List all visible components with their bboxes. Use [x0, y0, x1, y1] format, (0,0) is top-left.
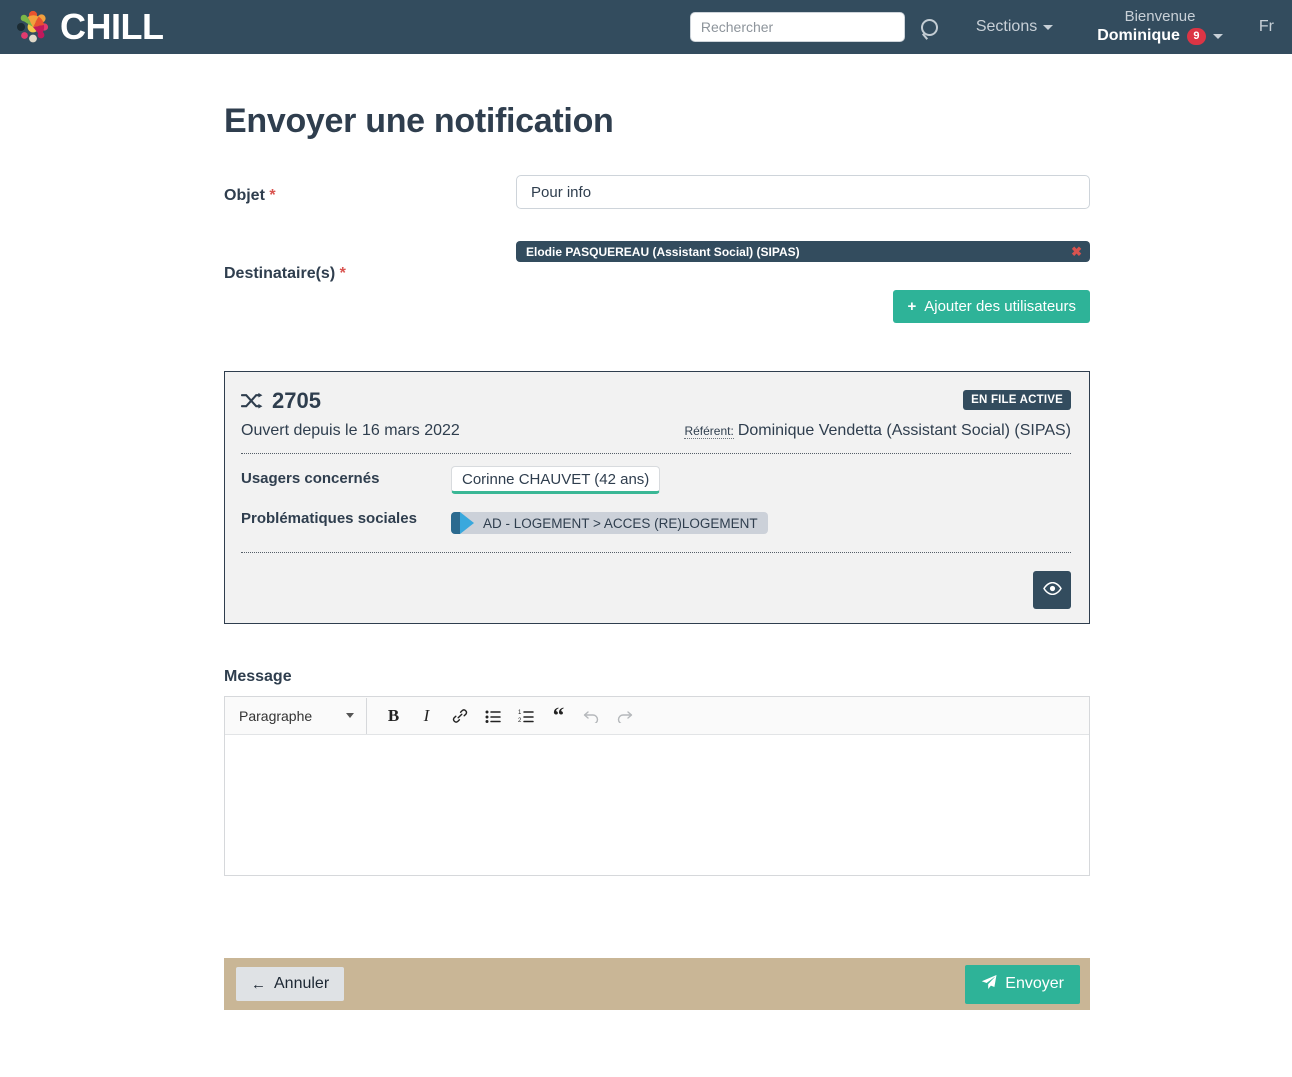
recipients-label-text: Destinataire(s): [224, 265, 335, 282]
add-users-button[interactable]: + Ajouter des utilisateurs: [893, 290, 1090, 323]
navbar-right-group: Sections Bienvenue Dominique 9 Fr: [690, 8, 1274, 47]
social-issue-marker-icon: [451, 512, 474, 534]
case-opened-date: Ouvert depuis le 16 mars 2022: [241, 422, 460, 440]
recipient-chip: Elodie PASQUEREAU (Assistant Social) (SI…: [516, 241, 1090, 262]
page-body: Envoyer une notification Objet * Destina…: [0, 102, 1292, 1010]
cancel-button-label: Annuler: [274, 975, 329, 993]
case-social-issues-label: Problématiques sociales: [241, 506, 451, 527]
case-users-label: Usagers concernés: [241, 466, 451, 487]
chill-pinwheel-logo-icon: [14, 8, 52, 46]
cancel-button[interactable]: ← Annuler: [236, 967, 344, 1001]
notification-count-badge[interactable]: 9: [1187, 28, 1206, 45]
redo-button[interactable]: [608, 698, 641, 734]
block-format-value: Paragraphe: [239, 708, 312, 724]
view-case-button[interactable]: [1033, 571, 1071, 609]
social-issue-label: AD - LOGEMENT > ACCES (RE)LOGEMENT: [483, 516, 758, 531]
case-id-number: 2705: [272, 390, 321, 412]
editor-toolbar: Paragraphe B I: [225, 697, 1089, 735]
search-icon: [921, 19, 938, 36]
shuffle-icon: [241, 392, 263, 410]
brand-name: CHILL: [60, 9, 163, 45]
blockquote-button[interactable]: “: [542, 698, 575, 734]
status-badge: EN FILE ACTIVE: [963, 390, 1071, 410]
numbered-list-button[interactable]: 1 2: [509, 698, 542, 734]
case-referrer: Référent: Dominique Vendetta (Assistant S…: [684, 422, 1071, 440]
case-social-issues-value: AD - LOGEMENT > ACCES (RE)LOGEMENT: [451, 512, 1071, 539]
chevron-down-icon: [346, 713, 354, 718]
undo-button[interactable]: [575, 698, 608, 734]
case-social-issues-row: Problématiques sociales AD - LOGEMENT > …: [241, 506, 1071, 539]
search-button[interactable]: [915, 19, 944, 36]
person-chip[interactable]: Corinne CHAUVET (42 ans): [451, 466, 660, 494]
bullet-list-button[interactable]: [476, 698, 509, 734]
subject-label-text: Objet: [224, 187, 265, 204]
user-menu[interactable]: Bienvenue Dominique 9: [1097, 8, 1223, 47]
message-body-input[interactable]: [225, 735, 1089, 875]
subject-field-col: [516, 175, 1090, 209]
italic-button[interactable]: I: [410, 698, 443, 734]
message-editor: Paragraphe B I: [224, 696, 1090, 876]
top-navbar: CHILL Sections Bienvenue Dominique 9 Fr: [0, 0, 1292, 54]
brand-home-link[interactable]: CHILL: [14, 8, 163, 46]
plus-icon: +: [907, 299, 916, 314]
message-label: Message: [224, 668, 1090, 686]
subject-form-row: Objet *: [224, 175, 1090, 209]
card-footer-divider: [241, 552, 1071, 553]
required-marker: *: [269, 187, 275, 204]
close-icon[interactable]: ✖: [1071, 245, 1082, 258]
user-name: Dominique: [1097, 26, 1180, 46]
required-marker: *: [340, 265, 346, 282]
sections-menu[interactable]: Sections: [976, 18, 1053, 36]
bold-button[interactable]: B: [377, 698, 410, 734]
send-button[interactable]: Envoyer: [965, 965, 1080, 1004]
form-action-bar: ← Annuler Envoyer: [224, 958, 1090, 1010]
case-card-footer: [241, 571, 1071, 609]
send-button-label: Envoyer: [1005, 975, 1064, 993]
navbar-search: [690, 12, 944, 42]
accompanying-period-card: 2705 EN FILE ACTIVE Ouvert depuis le 16 …: [224, 371, 1090, 624]
case-id-group: 2705: [241, 390, 321, 412]
arrow-left-icon: ←: [251, 977, 266, 992]
page-title: Envoyer une notification: [224, 102, 1090, 141]
block-format-select[interactable]: Paragraphe: [225, 698, 367, 734]
social-issue-badge: AD - LOGEMENT > ACCES (RE)LOGEMENT: [451, 512, 768, 534]
recipients-form-row: Destinataire(s) * Elodie PASQUEREAU (Ass…: [224, 241, 1090, 323]
add-users-button-label: Ajouter des utilisateurs: [924, 298, 1076, 315]
search-input[interactable]: [690, 12, 905, 42]
content-container: Envoyer une notification Objet * Destina…: [0, 102, 1292, 1010]
sections-menu-label: Sections: [976, 18, 1037, 36]
eye-icon: [1043, 582, 1062, 598]
case-card-subheader: Ouvert depuis le 16 mars 2022 Référent: D…: [241, 422, 1071, 440]
chevron-down-icon: [1213, 34, 1223, 39]
recipients-field-col: Elodie PASQUEREAU (Assistant Social) (SI…: [516, 241, 1090, 323]
language-switch-link[interactable]: Fr: [1259, 18, 1274, 36]
recipient-chip-label: Elodie PASQUEREAU (Assistant Social) (SI…: [526, 245, 800, 259]
svg-text:1: 1: [518, 710, 522, 716]
paper-plane-icon: [981, 974, 997, 995]
svg-text:2: 2: [518, 718, 522, 723]
case-users-value: Corinne CHAUVET (42 ans): [451, 466, 1071, 494]
case-users-row: Usagers concernés Corinne CHAUVET (42 an…: [241, 466, 1071, 494]
recipients-label: Destinataire(s) *: [224, 241, 516, 283]
referrer-label: Référent:: [684, 424, 733, 439]
subject-label: Objet *: [224, 175, 516, 205]
card-divider: [241, 453, 1071, 454]
referrer-name: Dominique Vendetta (Assistant Social) (S…: [738, 422, 1071, 439]
user-menu-row: Dominique 9: [1097, 26, 1223, 46]
add-users-row: + Ajouter des utilisateurs: [516, 290, 1090, 323]
case-card-header: 2705 EN FILE ACTIVE: [241, 390, 1071, 412]
subject-input[interactable]: [516, 175, 1090, 209]
chevron-down-icon: [1043, 25, 1053, 30]
link-button[interactable]: [443, 698, 476, 734]
social-issue-block-icon: [451, 512, 460, 534]
social-issue-arrow-icon: [460, 512, 474, 534]
welcome-label: Bienvenue: [1097, 8, 1223, 27]
